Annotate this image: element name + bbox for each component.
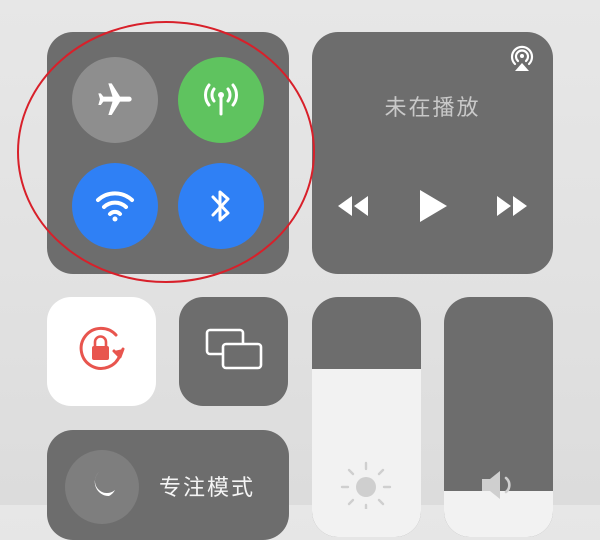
wifi-icon <box>94 188 136 224</box>
airplay-icon[interactable] <box>507 44 537 74</box>
focus-mode-label: 专注模式 <box>159 475 256 500</box>
bluetooth-icon <box>206 186 236 226</box>
cellular-data-button[interactable] <box>178 57 264 143</box>
screen-mirroring-icon <box>203 326 265 377</box>
now-playing-panel[interactable]: 未在播放 <box>312 32 553 274</box>
brightness-slider[interactable] <box>312 297 421 537</box>
screen-mirroring-button[interactable] <box>179 297 288 406</box>
speaker-icon <box>478 467 518 508</box>
connectivity-panel <box>47 32 289 274</box>
cellular-antenna-icon <box>199 78 243 122</box>
volume-slider[interactable] <box>444 297 553 537</box>
airplane-mode-button[interactable] <box>72 57 158 143</box>
orientation-lock-button[interactable] <box>47 297 156 406</box>
rotation-lock-icon <box>72 319 132 384</box>
airplane-icon <box>95 80 135 120</box>
play-icon[interactable] <box>416 187 450 230</box>
focus-icon-circle <box>65 450 139 524</box>
sun-icon <box>338 459 394 514</box>
wifi-button[interactable] <box>72 163 158 249</box>
focus-mode-button[interactable]: 专注模式 <box>47 430 289 540</box>
rewind-icon[interactable] <box>334 192 372 225</box>
bluetooth-button[interactable] <box>178 163 264 249</box>
moon-icon <box>83 466 121 509</box>
now-playing-status: 未在播放 <box>384 95 481 120</box>
fast-forward-icon[interactable] <box>493 192 531 225</box>
